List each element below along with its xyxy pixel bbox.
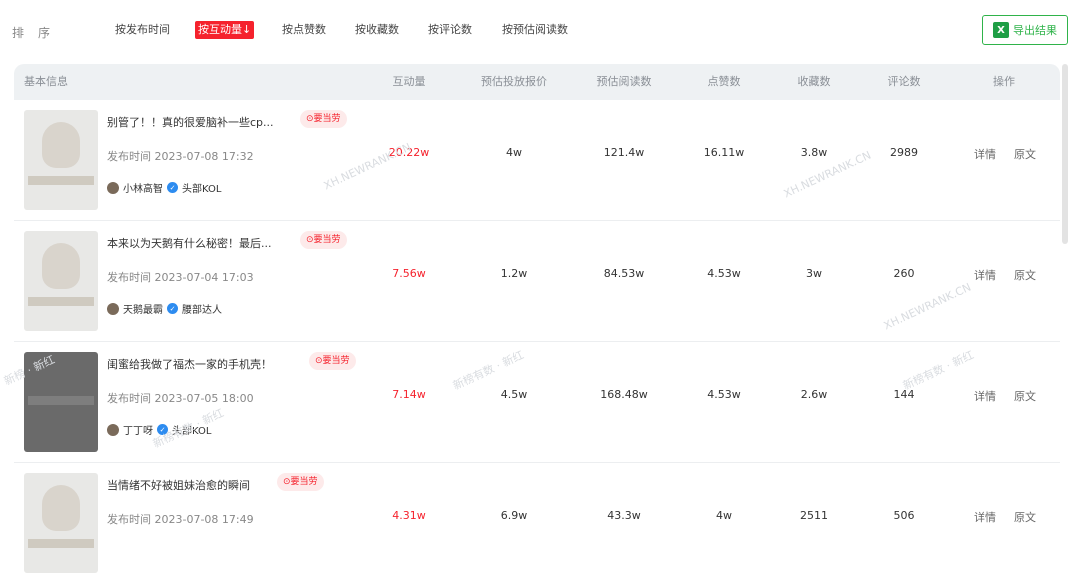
sort-by-likes[interactable]: 按点赞数 (279, 21, 329, 39)
header-likes: 点赞数 (707, 75, 741, 88)
sort-by-publish-time[interactable]: 按发布时间 (112, 21, 173, 39)
cover-thumbnail[interactable] (24, 231, 98, 331)
detail-link[interactable]: 详情 (974, 509, 996, 525)
publish-time: 发布时间 2023-07-08 17:32 (107, 150, 254, 163)
sort-by-favorites[interactable]: 按收藏数 (352, 21, 402, 39)
original-link[interactable]: 原文 (1014, 388, 1036, 404)
author-name[interactable]: 小林高智 (123, 180, 163, 195)
publish-time: 发布时间 2023-07-04 17:03 (107, 271, 254, 284)
cover-thumbnail[interactable] (24, 352, 98, 452)
header-basic-info: 基本信息 (24, 75, 68, 88)
favorites-value: 3w (806, 267, 822, 280)
header-favorites: 收藏数 (797, 75, 831, 88)
table-header: 基本信息 互动量 预估投放报价 预估阅读数 点赞数 收藏数 评论数 操作 (14, 64, 1060, 100)
post-title[interactable]: 闺蜜给我做了福杰一家的手机壳！ (107, 356, 272, 372)
author-info: 小林高智 ✓ 头部KOL (107, 180, 221, 195)
reads-value: 168.48w (600, 388, 648, 401)
sort-by-estimated-reads[interactable]: 按预估阅读数 (499, 21, 571, 39)
publish-time: 发布时间 2023-07-05 18:00 (107, 392, 254, 405)
original-link[interactable]: 原文 (1014, 267, 1036, 283)
author-level: 头部KOL (172, 426, 212, 437)
export-label: 导出结果 (1013, 24, 1057, 37)
header-actions: 操作 (993, 75, 1015, 88)
original-link[interactable]: 原文 (1014, 509, 1036, 525)
likes-value: 4.53w (707, 388, 741, 401)
header-interaction: 互动量 (392, 75, 426, 88)
price-value: 6.9w (500, 509, 528, 522)
favorites-value: 2511 (800, 509, 828, 522)
reads-value: 121.4w (603, 146, 645, 159)
comments-value: 260 (893, 267, 915, 280)
post-title[interactable]: 本来以为天鹅有什么秘密！最后... (107, 235, 272, 251)
price-value: 4.5w (500, 388, 528, 401)
likes-value: 16.11w (703, 146, 745, 159)
interaction-value: 20.22w (388, 146, 430, 159)
badge-icon: ✓ (167, 303, 178, 314)
sort-label: 排序 (12, 26, 65, 40)
avatar (107, 423, 119, 436)
favorites-value: 3.8w (800, 146, 828, 159)
favorites-value: 2.6w (800, 388, 828, 401)
avatar (107, 181, 119, 194)
comments-value: 506 (893, 509, 915, 522)
brand-tag: ⊙要当劳 (300, 110, 347, 128)
cover-thumbnail[interactable] (24, 473, 98, 573)
original-link[interactable]: 原文 (1014, 146, 1036, 162)
comments-value: 2989 (890, 146, 918, 159)
sort-bar: 排序 按发布时间 按互动量↓ 按点赞数 按收藏数 按评论数 按预估阅读数 X 导… (0, 0, 1080, 62)
author-name[interactable]: 天鹅最霸 (123, 301, 163, 316)
export-button[interactable]: X 导出结果 (982, 15, 1068, 45)
brand-tag: ⊙要当劳 (277, 473, 324, 491)
interaction-value: 4.31w (392, 509, 426, 522)
badge-icon: ✓ (167, 182, 178, 193)
post-title[interactable]: 别管了！！真的很爱脑补一些cp... (107, 114, 274, 130)
author-name[interactable]: 丁丁呀 (123, 422, 153, 437)
detail-link[interactable]: 详情 (974, 388, 996, 404)
avatar (107, 302, 119, 315)
author-info: 天鹅最霸 ✓ 腰部达人 (107, 301, 222, 316)
reads-value: 84.53w (603, 267, 645, 280)
comments-value: 144 (893, 388, 915, 401)
price-value: 4w (506, 146, 522, 159)
excel-icon: X (993, 22, 1009, 38)
header-comments: 评论数 (887, 75, 921, 88)
badge-icon: ✓ (157, 424, 168, 435)
table-row: 当情绪不好被姐妹治愈的瞬间 ⊙要当劳 发布时间 2023-07-08 17:49… (14, 463, 1060, 585)
table-row: 本来以为天鹅有什么秘密！最后... ⊙要当劳 发布时间 2023-07-04 1… (14, 221, 1060, 342)
author-level: 头部KOL (182, 184, 222, 195)
post-title[interactable]: 当情绪不好被姐妹治愈的瞬间 (107, 477, 250, 493)
table-row: 闺蜜给我做了福杰一家的手机壳！ ⊙要当劳 发布时间 2023-07-05 18:… (14, 342, 1060, 463)
table-row: 别管了！！真的很爱脑补一些cp... ⊙要当劳 发布时间 2023-07-08 … (14, 100, 1060, 221)
interaction-value: 7.14w (392, 388, 426, 401)
price-value: 1.2w (500, 267, 528, 280)
brand-tag: ⊙要当劳 (300, 231, 347, 249)
interaction-value: 7.56w (392, 267, 426, 280)
cover-thumbnail[interactable] (24, 110, 98, 210)
header-reads: 预估阅读数 (596, 75, 652, 88)
author-level: 腰部达人 (182, 305, 222, 316)
detail-link[interactable]: 详情 (974, 267, 996, 283)
reads-value: 43.3w (607, 509, 641, 522)
sort-by-interaction[interactable]: 按互动量↓ (195, 21, 255, 39)
likes-value: 4w (716, 509, 732, 522)
header-price: 预估投放报价 (481, 75, 547, 88)
likes-value: 4.53w (707, 267, 741, 280)
brand-tag: ⊙要当劳 (309, 352, 356, 370)
author-info: 丁丁呀 ✓ 头部KOL (107, 422, 211, 437)
detail-link[interactable]: 详情 (974, 146, 996, 162)
vertical-scrollbar[interactable] (1062, 64, 1068, 244)
sort-by-comments[interactable]: 按评论数 (425, 21, 475, 39)
publish-time: 发布时间 2023-07-08 17:49 (107, 513, 254, 526)
